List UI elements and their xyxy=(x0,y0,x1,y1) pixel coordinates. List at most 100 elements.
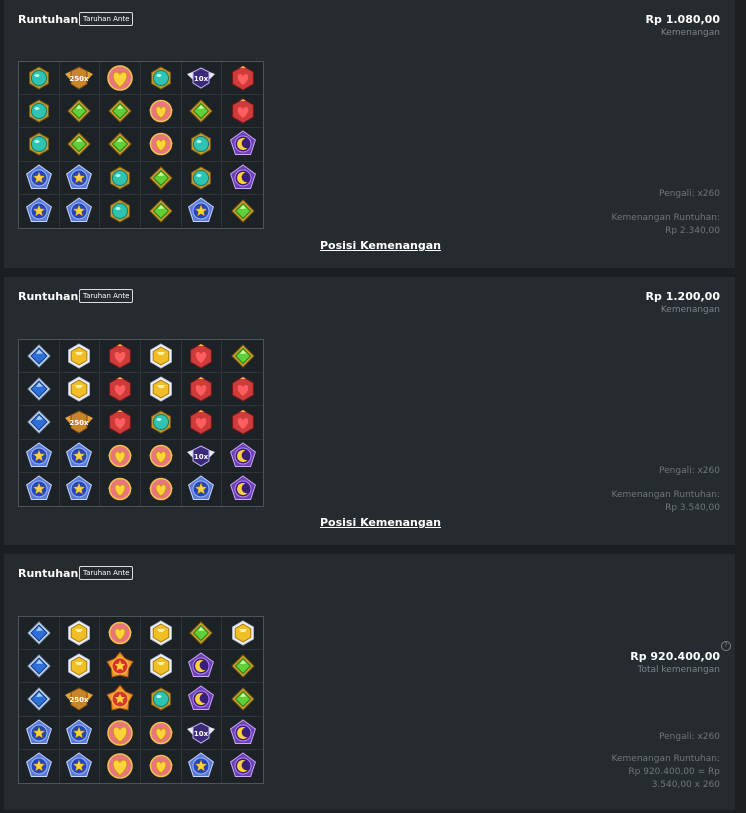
tumble-panel-2: Runtuhan Taruhan Ante Rp 1.200,00 Kemena… xyxy=(4,277,735,545)
red-heart-gem-icon xyxy=(222,406,263,440)
red-heart-gem-icon xyxy=(181,406,223,440)
heart-gem-icon xyxy=(100,62,141,96)
winged-heart-icon xyxy=(141,95,182,129)
moon-symbol-icon xyxy=(222,717,263,750)
star-symbol-icon xyxy=(19,194,60,228)
teal-gem-icon xyxy=(141,683,182,717)
moon-symbol-icon xyxy=(222,162,263,195)
star-symbol-icon xyxy=(59,161,101,195)
multiplier-250x-icon: 250x xyxy=(59,62,101,96)
total-win-amount: Rp 920.400,00 xyxy=(630,650,720,663)
red-heart-gem-icon xyxy=(181,373,223,407)
teal-gem-icon xyxy=(19,95,60,129)
yellow-gem-icon xyxy=(141,373,182,407)
blue-gem-icon xyxy=(19,683,60,717)
green-gem-icon xyxy=(100,95,141,129)
multiplier-10x-icon: 10x xyxy=(181,439,223,473)
tumble-title: Runtuhan xyxy=(18,290,79,303)
teal-gem-icon xyxy=(181,161,223,195)
green-gem-icon xyxy=(181,617,223,651)
tumble-win-label: Kemenangan Runtuhan: xyxy=(611,213,720,223)
multiplier-text: Pengali: x260 xyxy=(659,732,720,742)
star-symbol-icon xyxy=(19,472,60,506)
moon-symbol-icon xyxy=(222,440,263,473)
teal-gem-icon xyxy=(19,62,60,96)
green-gem-icon xyxy=(181,95,223,129)
sun-symbol-icon xyxy=(100,650,141,684)
help-icon[interactable]: ? xyxy=(721,641,731,651)
yellow-gem-icon xyxy=(222,617,263,651)
sun-symbol-icon xyxy=(100,683,141,717)
multiplier-10x-icon: 10x xyxy=(181,62,223,96)
blue-gem-icon xyxy=(19,617,60,651)
green-gem-icon xyxy=(100,128,141,162)
multiplier-250x-icon: 250x xyxy=(59,683,101,717)
red-heart-gem-icon xyxy=(100,373,141,407)
moon-symbol-icon xyxy=(222,128,263,162)
teal-gem-icon xyxy=(100,161,141,195)
star-symbol-icon xyxy=(60,472,101,506)
svg-text:250x: 250x xyxy=(70,419,90,427)
blue-gem-icon xyxy=(19,406,60,440)
blue-gem-icon xyxy=(19,340,60,374)
tumble-panel-3: Runtuhan Taruhan Ante 250x 10x Rp 920.400… xyxy=(4,554,735,810)
yellow-gem-icon xyxy=(141,650,182,684)
winged-heart-icon xyxy=(100,617,141,651)
green-gem-icon xyxy=(141,194,182,228)
ante-bet-badge: Taruhan Ante xyxy=(79,566,134,580)
star-symbol-icon xyxy=(19,439,60,473)
symbol-grid: 250x 10x xyxy=(18,61,264,229)
green-gem-icon xyxy=(141,161,182,195)
green-gem-icon xyxy=(222,195,263,228)
yellow-gem-icon xyxy=(141,340,182,374)
star-symbol-icon xyxy=(182,194,223,228)
ante-bet-badge: Taruhan Ante xyxy=(79,12,134,26)
yellow-gem-icon xyxy=(141,617,182,651)
red-heart-gem-icon xyxy=(100,406,141,440)
ante-bet-badge: Taruhan Ante xyxy=(79,289,134,303)
moon-symbol-icon xyxy=(222,473,263,506)
svg-text:10x: 10x xyxy=(194,75,209,83)
blue-gem-icon xyxy=(19,373,60,407)
multiplier-text: Pengali: x260 xyxy=(659,189,720,199)
total-win-label: Total kemenangan xyxy=(637,665,720,675)
winged-heart-icon xyxy=(141,749,182,783)
yellow-gem-icon xyxy=(59,340,101,374)
svg-text:250x: 250x xyxy=(70,696,90,704)
winged-heart-icon xyxy=(141,716,182,750)
winning-positions-link[interactable]: Posisi Kemenangan xyxy=(320,516,441,529)
tumble-win-value: Rp 3.540,00 xyxy=(665,503,720,513)
green-gem-icon xyxy=(222,340,263,374)
teal-gem-icon xyxy=(141,406,182,440)
multiplier-text: Pengali: x260 xyxy=(659,466,720,476)
winning-positions-link[interactable]: Posisi Kemenangan xyxy=(320,239,441,252)
win-amount-label: Kemenangan xyxy=(660,305,720,315)
teal-gem-icon xyxy=(181,128,223,162)
tumble-win-formula-line-1: Rp 920.400,00 = Rp xyxy=(628,767,720,777)
green-gem-icon xyxy=(222,683,263,717)
win-amount-label: Kemenangan xyxy=(660,28,720,38)
red-heart-gem-icon xyxy=(222,373,263,407)
green-gem-icon xyxy=(59,95,101,129)
teal-gem-icon xyxy=(141,62,182,96)
tumble-win-formula-line-2: 3.540,00 x 260 xyxy=(651,780,720,790)
green-gem-icon xyxy=(222,650,263,684)
red-heart-gem-icon xyxy=(181,340,223,374)
star-symbol-icon xyxy=(19,161,60,195)
yellow-gem-icon xyxy=(59,650,101,684)
star-symbol-icon xyxy=(19,716,60,750)
yellow-gem-icon xyxy=(59,617,101,651)
multiplier-250x-icon: 250x xyxy=(59,406,101,440)
red-heart-gem-icon xyxy=(100,340,141,374)
star-symbol-icon xyxy=(182,749,223,783)
yellow-gem-icon xyxy=(59,373,101,407)
star-symbol-icon xyxy=(182,472,223,506)
star-symbol-icon xyxy=(19,749,60,783)
tumble-title: Runtuhan xyxy=(18,13,79,26)
tumble-win-label: Kemenangan Runtuhan: xyxy=(611,754,720,764)
win-amount: Rp 1.080,00 xyxy=(645,13,720,26)
star-symbol-icon xyxy=(59,439,101,473)
winged-heart-icon xyxy=(141,128,182,162)
heart-gem-icon xyxy=(100,749,141,783)
svg-text:10x: 10x xyxy=(194,730,209,738)
